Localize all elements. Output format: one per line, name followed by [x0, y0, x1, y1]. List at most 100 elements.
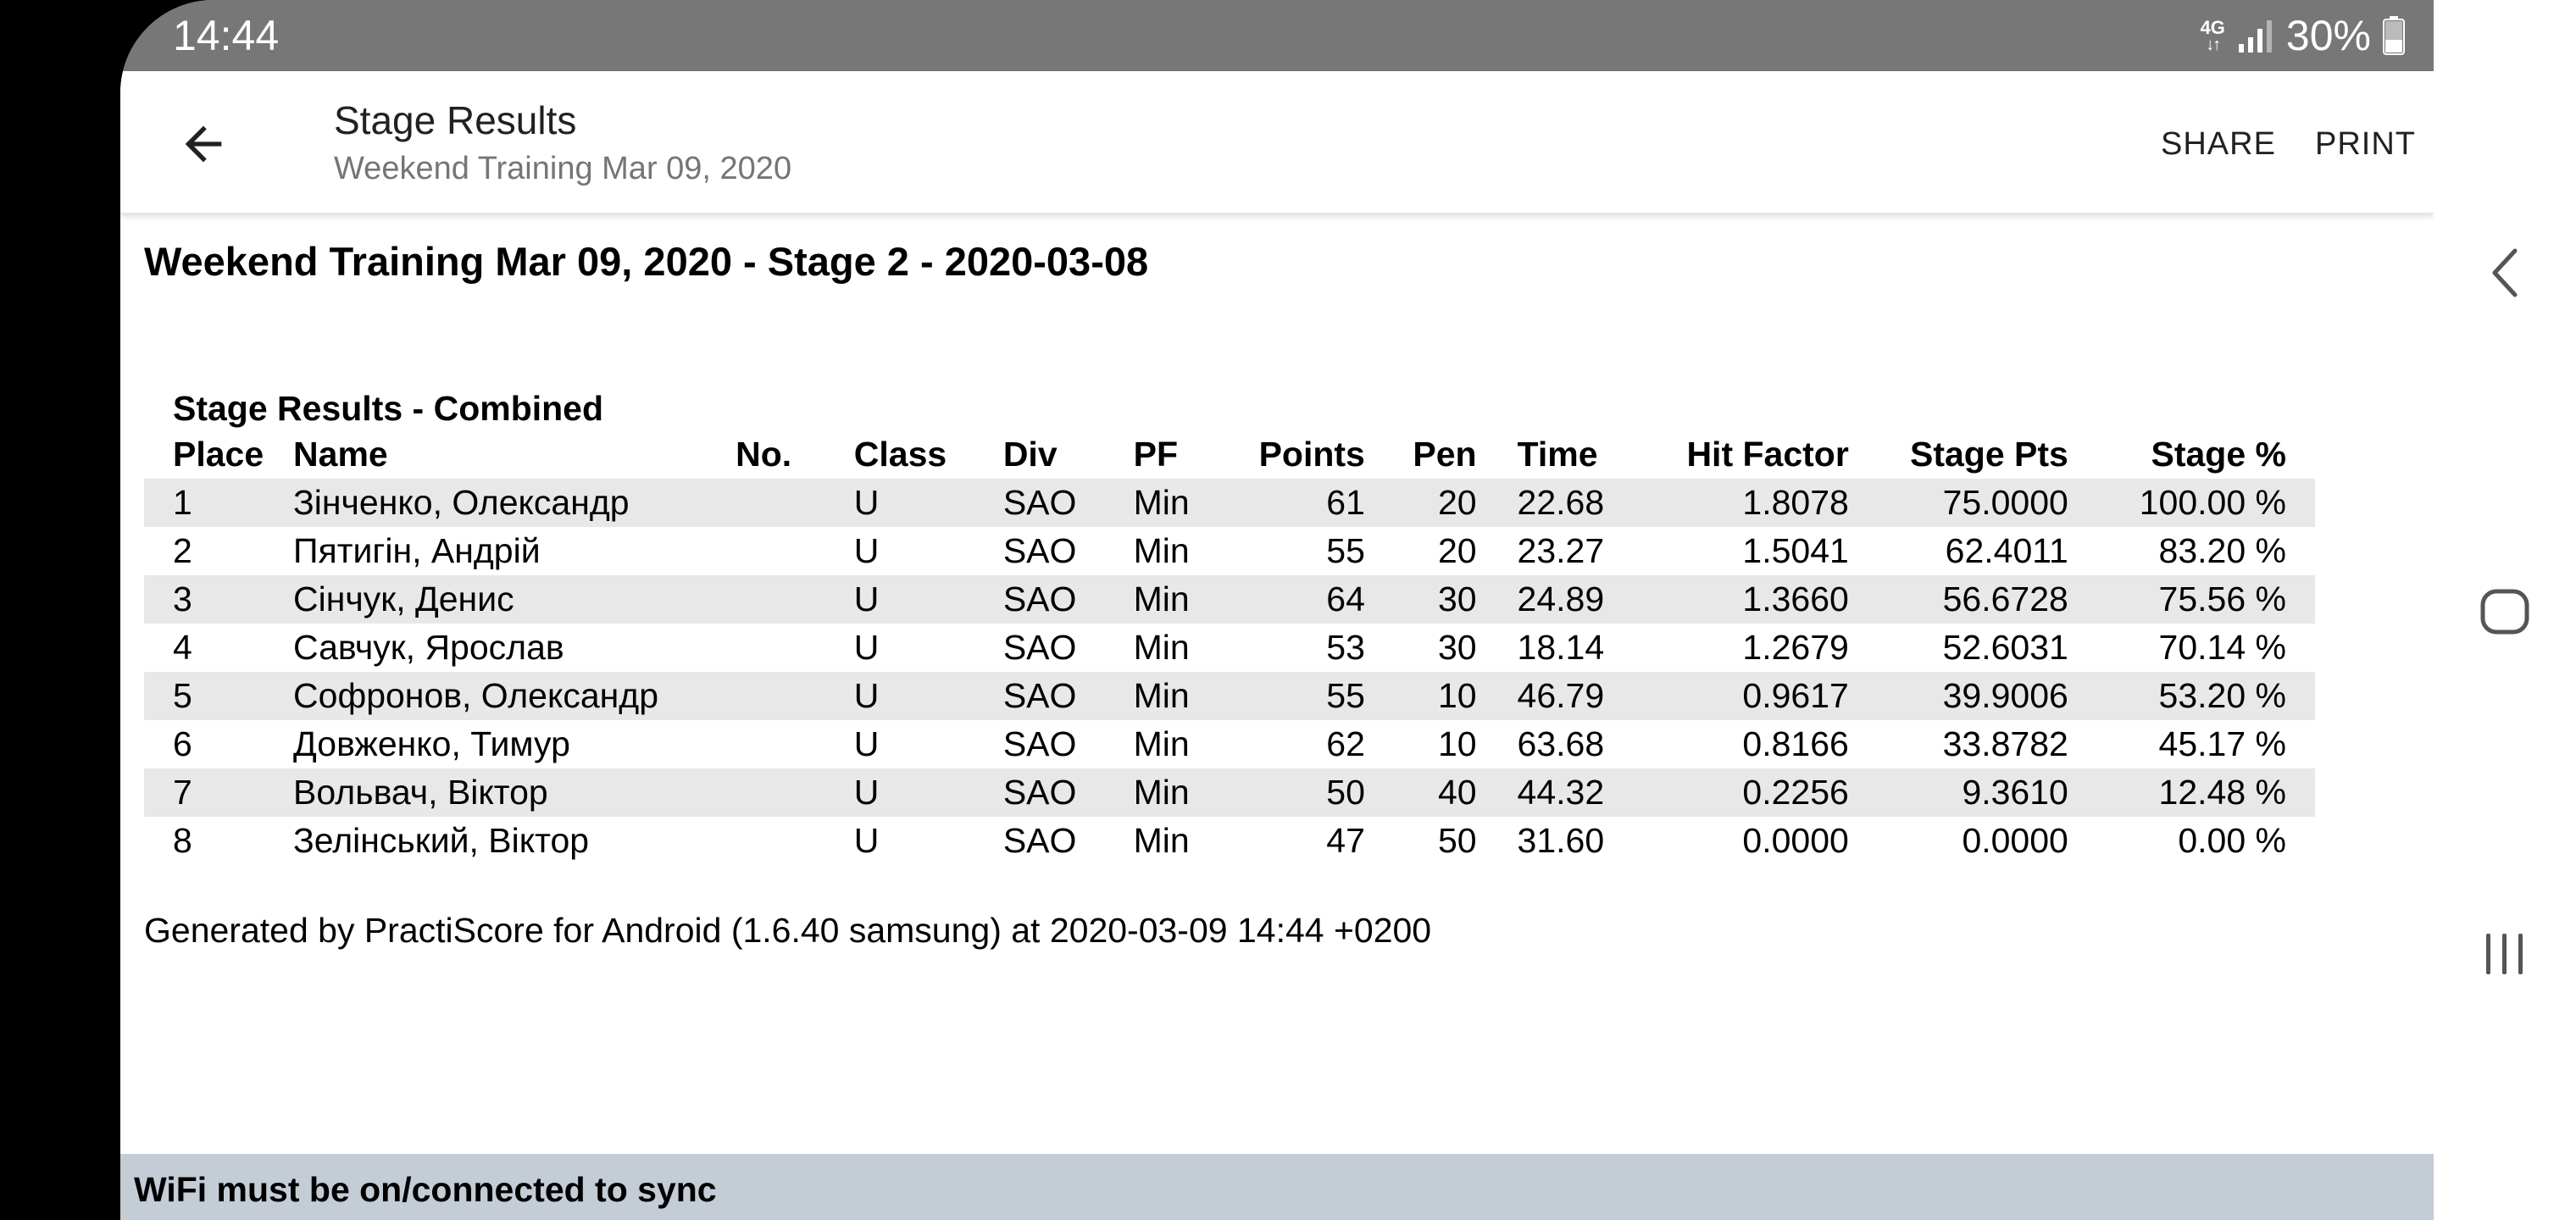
cell-pen: 50 — [1437, 821, 1477, 860]
cell-stage-pct: 45.17 % — [2158, 724, 2286, 763]
cell-pf: Min — [1133, 724, 1190, 763]
cell-stage-pct: 83.20 % — [2158, 531, 2286, 570]
table-row: 5 Софронов, Олександр U SAO Min 55 10 46.79 0.96… — [144, 672, 2315, 720]
cell-name: Сінчук, Денис — [293, 575, 736, 624]
table-row: 6 Довженко, Тимур U SAO Min 62 10 63.68 0.8166 33… — [144, 720, 2315, 768]
cell-place: 4 — [173, 628, 192, 667]
cell-div: SAO — [1002, 628, 1077, 667]
cell-pf: Min — [1133, 672, 1252, 720]
cell-name: Пятигін, Андрій — [293, 531, 541, 570]
cell-hit-factor: 1.3660 — [1639, 575, 1874, 624]
nav-recents-icon — [2486, 934, 2523, 974]
cell-div: SAO — [1002, 724, 1077, 763]
sync-banner: WiFi must be on/connected to sync — [120, 1154, 2434, 1220]
cell-div: SAO — [1002, 821, 1077, 860]
cell-pen: 20 — [1437, 531, 1477, 570]
cell-stage-pct: 100.00 % — [2093, 479, 2315, 527]
cell-place: 1 — [144, 479, 294, 527]
print-button[interactable]: PRINT — [2315, 120, 2416, 168]
network-type-label: 4G — [2200, 17, 2225, 38]
network-type-icon: 4G ↓↑ — [2200, 17, 2225, 54]
col-no: No. — [736, 435, 792, 474]
cell-pf: Min — [1133, 575, 1252, 624]
app-screen: 14:44 4G ↓↑ 30% Stage Results Weekend Tr… — [120, 0, 2434, 1220]
system-nav-bar — [2434, 0, 2576, 1220]
cell-pf: Min — [1133, 628, 1190, 667]
cell-stage-pct: 53.20 % — [2093, 672, 2315, 720]
results-table: Place Name No. Class Div PF Points Pen T… — [144, 430, 2315, 865]
cell-div: SAO — [1002, 575, 1134, 624]
cell-name: Савчук, Ярослав — [293, 628, 564, 667]
cell-stage-pts: 52.6031 — [1942, 628, 2068, 667]
col-class: Class — [853, 435, 947, 474]
col-stage-pts: Stage Pts — [1910, 435, 2068, 474]
cell-points: 55 — [1252, 672, 1370, 720]
table-row: 4 Савчук, Ярослав U SAO Min 53 30 18.14 1.2679 52… — [144, 624, 2315, 672]
cell-stage-pts: 9.3610 — [1874, 768, 2094, 817]
cell-name: Вольвач, Віктор — [293, 768, 736, 817]
cell-time: 46.79 — [1491, 672, 1640, 720]
page-title: Stage Results — [334, 98, 577, 142]
cell-pen: 40 — [1369, 768, 1492, 817]
cell-hit-factor: 0.0000 — [1742, 821, 1849, 860]
cell-name: Софронов, Олександр — [293, 672, 736, 720]
cell-pen: 10 — [1369, 672, 1492, 720]
nav-back-button[interactable] — [2471, 239, 2539, 307]
cell-pen: 30 — [1369, 575, 1492, 624]
cell-class: U — [853, 724, 880, 763]
cell-stage-pts: 33.8782 — [1942, 724, 2068, 763]
cell-points: 61 — [1252, 479, 1370, 527]
col-div: Div — [1002, 435, 1058, 474]
share-button[interactable]: SHARE — [2161, 120, 2276, 168]
cell-pf: Min — [1133, 531, 1190, 570]
cell-no — [736, 624, 854, 672]
status-time: 14:44 — [173, 12, 280, 59]
cell-time: 18.14 — [1517, 628, 1605, 667]
cell-place: 6 — [173, 724, 192, 763]
cell-div: SAO — [1002, 768, 1134, 817]
nav-home-button[interactable] — [2471, 578, 2539, 646]
page-subtitle: Weekend Training Mar 09, 2020 — [334, 151, 792, 186]
table-row: 1 Зінченко, Олександр U SAO Min 61 20 22.68 1.80… — [144, 479, 2315, 527]
cell-no — [736, 479, 854, 527]
app-bar: Stage Results Weekend Training Mar 09, 2… — [120, 71, 2434, 214]
cell-name: Зелінський, Віктор — [293, 821, 590, 860]
cell-points: 47 — [1326, 821, 1365, 860]
cell-time: 24.89 — [1491, 575, 1640, 624]
cell-no — [736, 672, 854, 720]
back-button[interactable] — [168, 108, 239, 180]
cell-pf: Min — [1133, 821, 1190, 860]
cell-stage-pct: 12.48 % — [2093, 768, 2315, 817]
cell-div: SAO — [1002, 531, 1077, 570]
table-caption: Stage Results - Combined — [173, 389, 604, 428]
cell-class: U — [853, 479, 1003, 527]
nav-recents-button[interactable] — [2471, 920, 2539, 988]
col-stage-pct: Stage % — [2151, 435, 2287, 474]
cell-time: 22.68 — [1491, 479, 1640, 527]
table-row: 8 Зелінський, Віктор U SAO Min 47 50 31.60 0.000… — [144, 817, 2315, 865]
cell-div: SAO — [1002, 479, 1134, 527]
col-pf: PF — [1133, 435, 1179, 474]
cell-stage-pts: 62.4011 — [1945, 531, 2068, 570]
generated-by-note: Generated by PractiScore for Android (1.… — [144, 911, 1432, 950]
col-time: Time — [1517, 435, 1598, 474]
cell-no — [736, 720, 854, 768]
signal-icon — [2238, 20, 2272, 53]
cell-no — [736, 527, 854, 575]
cell-stage-pts: 39.9006 — [1874, 672, 2094, 720]
cell-points: 53 — [1326, 628, 1365, 667]
col-name: Name — [293, 435, 388, 474]
cell-div: SAO — [1002, 672, 1134, 720]
cell-points: 50 — [1252, 768, 1370, 817]
cell-class: U — [853, 672, 1003, 720]
cell-pen: 10 — [1437, 724, 1477, 763]
table-row: 2 Пятигін, Андрій U SAO Min 55 20 23.27 1.5041 62… — [144, 527, 2315, 575]
cell-hit-factor: 0.2256 — [1639, 768, 1874, 817]
cell-class: U — [853, 821, 880, 860]
cell-time: 44.32 — [1491, 768, 1640, 817]
cell-pen: 30 — [1437, 628, 1477, 667]
cell-hit-factor: 1.8078 — [1639, 479, 1874, 527]
cell-stage-pts: 0.0000 — [1962, 821, 2068, 860]
cell-pf: Min — [1133, 479, 1252, 527]
cell-place: 8 — [173, 821, 192, 860]
